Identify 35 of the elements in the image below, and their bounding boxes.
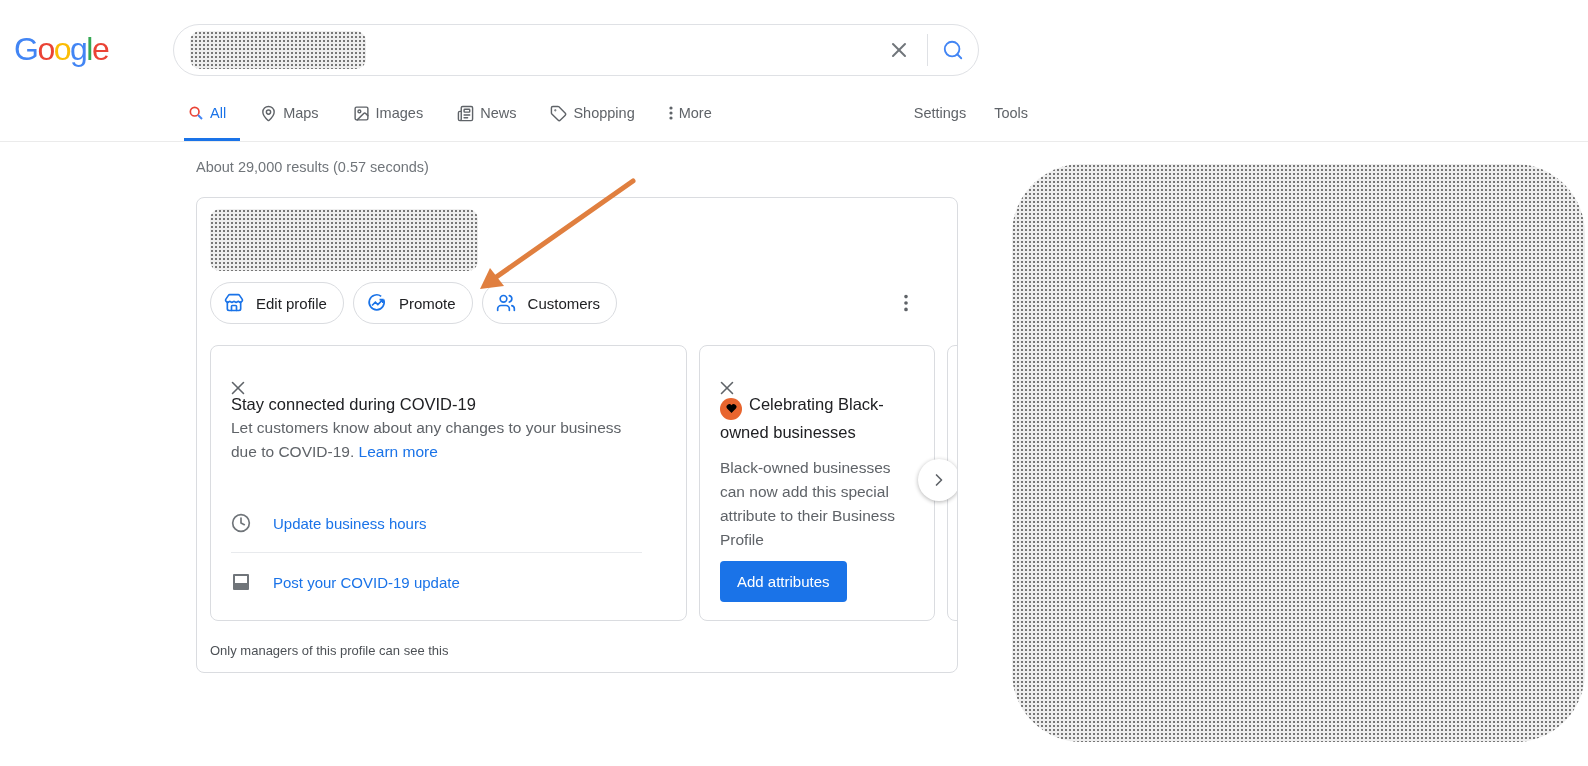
trending-circle-icon [366,293,387,313]
map-pin-icon [260,104,278,122]
clock-icon [231,513,251,533]
action-link[interactable]: Post your COVID-19 update [273,573,460,591]
card-title: Celebrating Black-owned businesses [720,394,885,443]
search-tab[interactable]: All [184,88,241,141]
card-text: Let customers know about any changes to your business due to COVID-19. Learn more [231,418,623,462]
store-icon [224,293,244,313]
tag-icon [550,104,568,122]
newspaper-icon [457,104,475,122]
post-icon [231,572,251,592]
search-icon[interactable] [942,38,964,61]
search-icon [188,105,204,121]
card-text: Black-owned businesses can now add this special attribute to their Business Profile [720,457,896,550]
heart-icon [725,403,737,414]
action-chip[interactable]: Customers [481,282,618,324]
image-icon [352,104,370,122]
tool-link[interactable]: Settings [913,88,967,141]
people-icon [495,293,516,313]
search-tab[interactable]: Images [348,88,438,141]
search-tab[interactable]: News [453,88,531,141]
search-tab[interactable]: Maps [256,88,333,141]
search-tab[interactable]: Shopping [546,88,649,141]
result-stats: About 29,000 results (0.57 seconds) [196,158,430,177]
visibility-note: Only managers of this profile can see this [210,643,450,658]
learn-more-link[interactable]: Learn more [358,443,438,460]
action-chip[interactable]: Promote [352,282,473,324]
add-attributes-button[interactable]: Add attributes [720,560,847,602]
more-icon [668,106,673,120]
action-chip[interactable]: Edit profile [210,282,344,324]
action-link[interactable]: Update business hours [273,514,427,532]
google-logo[interactable]: Google [14,31,173,68]
card-title: Stay connected during COVID-19 [231,394,477,415]
tool-link[interactable]: Tools [994,88,1028,141]
search-tab[interactable]: More [664,88,726,141]
